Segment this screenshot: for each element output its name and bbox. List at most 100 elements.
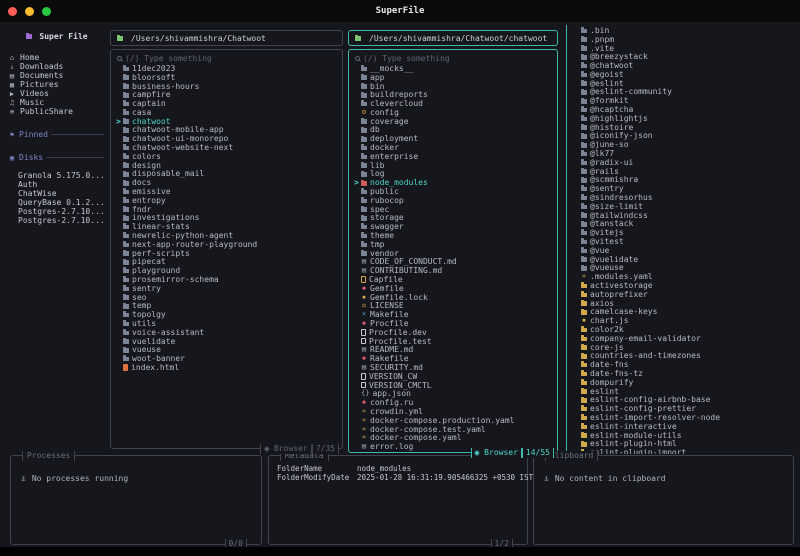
file-row[interactable]: @tanstack [574, 219, 799, 228]
sidebar-item-downloads[interactable]: ⇓ Downloads [8, 62, 106, 71]
file-row[interactable]: × Makefile [354, 310, 557, 319]
file-row[interactable]: docker [354, 143, 557, 152]
file-row[interactable]: camelcase-keys [574, 307, 799, 316]
file-row[interactable]: index.html [116, 363, 342, 372]
file-row[interactable]: @vuelidate [574, 255, 799, 264]
file-row[interactable]: @eslint [574, 79, 799, 88]
file-row[interactable]: @egoist [574, 70, 799, 79]
file-row[interactable]: ▤ CONTRIBUTING.md [354, 266, 557, 275]
file-row[interactable]: ▪ chart.js [574, 316, 799, 325]
file-row[interactable]: @hcaptcha [574, 105, 799, 114]
file-row[interactable]: @vitest [574, 237, 799, 246]
file-row[interactable]: Procfile.dev [354, 328, 557, 337]
file-row[interactable]: docs [116, 178, 342, 187]
file-row[interactable]: coverage [354, 117, 557, 126]
file-row[interactable]: pipecat [116, 257, 342, 266]
file-row[interactable]: @formkit [574, 96, 799, 105]
file-row[interactable]: date-fns-tz [574, 369, 799, 378]
file-row[interactable]: ◆ Gemfile [354, 284, 557, 293]
file-row[interactable]: campfire [116, 90, 342, 99]
disk-item[interactable]: Auth [8, 180, 106, 189]
file-row[interactable]: company-email-validator [574, 334, 799, 343]
file-row[interactable]: tmp [354, 240, 557, 249]
file-row[interactable]: .pnpm [574, 35, 799, 44]
file-row[interactable]: @tailwindcss [574, 211, 799, 220]
file-row[interactable]: buildreports [354, 90, 557, 99]
file-row[interactable]: @sindresorhus [574, 193, 799, 202]
disk-item[interactable]: ChatWise [8, 189, 106, 198]
file-row[interactable]: eslint-plugin-import [574, 448, 799, 454]
disk-item[interactable]: QueryBase 0.1.2... [8, 198, 106, 207]
file-row[interactable]: ⚖ LICENSE [354, 301, 557, 310]
file-row[interactable]: colors [116, 152, 342, 161]
file-row[interactable]: chatwoot-ui-monorepo [116, 134, 342, 143]
file-row[interactable]: log [354, 169, 557, 178]
file-row[interactable]: {} app.json [354, 389, 557, 398]
file-row[interactable]: theme [354, 231, 557, 240]
file-row[interactable]: @june-so [574, 140, 799, 149]
sidebar-item-pictures[interactable]: ▦ Pictures [8, 80, 106, 89]
file-row[interactable]: » docker-compose.production.yaml [354, 416, 557, 425]
file-row[interactable]: eslint-config-airbnb-base [574, 395, 799, 404]
file-row[interactable]: activestorage [574, 281, 799, 290]
file-row[interactable]: @iconify-json [574, 131, 799, 140]
file-row[interactable]: .bin [574, 26, 799, 35]
file-row[interactable]: vendor [354, 249, 557, 258]
file-row[interactable]: rubocop [354, 196, 557, 205]
file-row[interactable]: db [354, 125, 557, 134]
file-row[interactable]: ⚙ config [354, 108, 557, 117]
file-row[interactable]: eslint-module-utils [574, 431, 799, 440]
file-row[interactable]: core-js [574, 343, 799, 352]
file-row[interactable]: ◆ Rakefile [354, 354, 557, 363]
file-row[interactable]: countries-and-timezones [574, 351, 799, 360]
file-row[interactable]: vuelidate [116, 337, 342, 346]
file-row[interactable]: clevercloud [354, 99, 557, 108]
file-row[interactable]: business-hours [116, 82, 342, 91]
file-row[interactable]: » docker-compose.test.yaml [354, 425, 557, 434]
file-row[interactable]: @vue [574, 246, 799, 255]
file-row[interactable]: .vite [574, 44, 799, 53]
file-row[interactable]: eslint [574, 387, 799, 396]
search-input[interactable]: (/) Type something [116, 53, 342, 63]
file-row[interactable]: playground [116, 266, 342, 275]
file-row[interactable]: @scmmishra [574, 175, 799, 184]
file-row[interactable]: date-fns [574, 360, 799, 369]
file-row[interactable]: ▤ SECURITY.md [354, 363, 557, 372]
file-row[interactable]: __mocks__ [354, 64, 557, 73]
file-row[interactable]: lib [354, 161, 557, 170]
file-row[interactable]: swagger [354, 222, 557, 231]
file-row[interactable]: @size-limit [574, 202, 799, 211]
file-row[interactable]: ◆ Procfile [354, 319, 557, 328]
sidebar-item-home[interactable]: ⌂ Home [8, 53, 106, 62]
file-row[interactable]: @vueuse [574, 263, 799, 272]
file-row[interactable]: seo [116, 293, 342, 302]
file-row[interactable]: bloorsoft [116, 73, 342, 82]
file-row[interactable]: entropy [116, 196, 342, 205]
search-input[interactable]: (/) Type something [354, 53, 557, 63]
file-row[interactable]: linear-stats [116, 222, 342, 231]
file-row[interactable]: @chatwoot [574, 61, 799, 70]
file-row[interactable]: design [116, 161, 342, 170]
file-row[interactable]: casa [116, 108, 342, 117]
file-row[interactable]: @sentry [574, 184, 799, 193]
file-row[interactable]: eslint-import-resolver-node [574, 413, 799, 422]
file-row[interactable]: autoprefixer [574, 290, 799, 299]
file-row[interactable]: @radix-ui [574, 158, 799, 167]
file-row[interactable]: captain [116, 99, 342, 108]
file-row[interactable]: @breezystack [574, 52, 799, 61]
file-row[interactable]: 11dec2023 [116, 64, 342, 73]
disk-item[interactable]: Granola 5.175.0... [8, 171, 106, 180]
file-row[interactable]: @highlightjs [574, 114, 799, 123]
sidebar-item-publicshare[interactable]: ⊕ PublicShare [8, 107, 106, 116]
file-row[interactable]: emissive [116, 187, 342, 196]
file-row[interactable]: @lk77 [574, 149, 799, 158]
file-row[interactable]: @eslint-community [574, 87, 799, 96]
path-bar[interactable]: /Users/shivammishra/Chatwoot [110, 30, 343, 46]
file-row[interactable]: > node_modules [354, 178, 557, 187]
file-row[interactable]: VERSION_CMCTL [354, 381, 557, 390]
file-row[interactable]: investigations [116, 213, 342, 222]
file-row[interactable]: utils [116, 319, 342, 328]
file-row[interactable]: » docker-compose.yaml [354, 433, 557, 442]
file-row[interactable]: sentry [116, 284, 342, 293]
file-row[interactable]: next-app-router-playground [116, 240, 342, 249]
